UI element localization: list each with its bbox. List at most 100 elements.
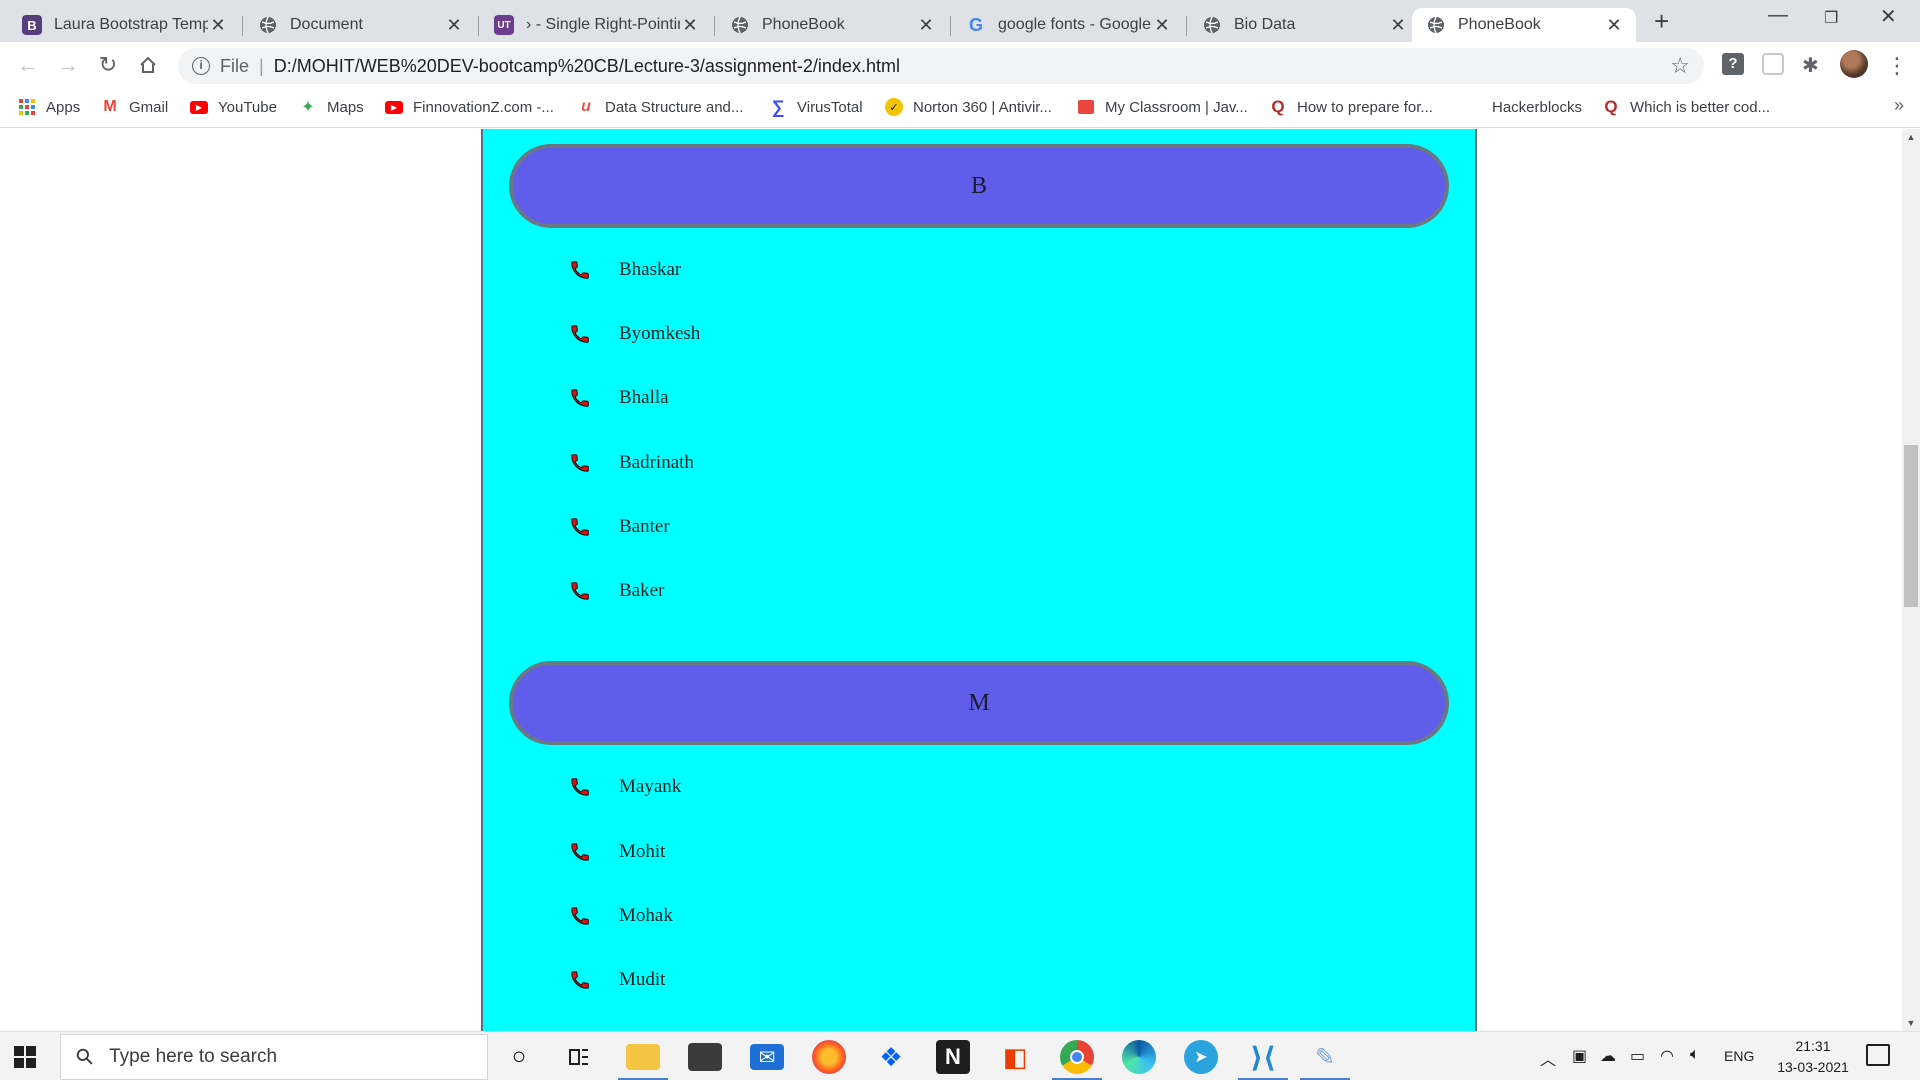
- browser-toolbar: ← → ↻ i File | D:/MOHIT/WEB%20DEV-bootca…: [0, 42, 1920, 88]
- tab-google-fonts[interactable]: G google fonts - Google ✕: [952, 8, 1184, 42]
- close-window-icon[interactable]: ✕: [1880, 4, 1897, 29]
- file-explorer-icon[interactable]: [626, 1044, 660, 1070]
- tab-laura-bootstrap[interactable]: B Laura Bootstrap Templa ✕: [8, 8, 240, 42]
- bookmark-youtube[interactable]: ▶ YouTube: [190, 96, 277, 118]
- battery-icon[interactable]: ▭: [1630, 1046, 1645, 1066]
- phone-icon: [567, 450, 593, 476]
- phone-icon: [567, 839, 593, 865]
- address-bar[interactable]: i File | D:/MOHIT/WEB%20DEV-bootcamp%20C…: [178, 48, 1704, 84]
- tab-title: PhoneBook: [1458, 16, 1541, 33]
- scroll-up-arrow-icon[interactable]: ▲: [1902, 129, 1920, 145]
- telegram-icon[interactable]: ➤: [1184, 1040, 1218, 1074]
- pocket-extension-icon[interactable]: [1762, 53, 1784, 75]
- onedrive-icon[interactable]: ☁: [1600, 1046, 1616, 1066]
- bookmark-gmail[interactable]: M Gmail: [101, 96, 168, 118]
- bookmark-apps[interactable]: Apps: [18, 96, 80, 118]
- close-tab-icon[interactable]: ✕: [444, 15, 464, 36]
- bookmark-maps[interactable]: ✦ Maps: [299, 96, 363, 118]
- phone-icon: [567, 774, 593, 800]
- phone-icon: [567, 903, 593, 929]
- profile-avatar[interactable]: [1840, 50, 1868, 78]
- contact-item[interactable]: Mayank: [567, 772, 681, 802]
- forward-arrow-icon[interactable]: →: [54, 51, 82, 79]
- language-indicator[interactable]: ENG: [1724, 1048, 1754, 1064]
- tab-single-right-pointing[interactable]: UT › - Single Right-Pointin ✕: [480, 8, 712, 42]
- bookmark-how-to-prepare[interactable]: Q How to prepare for...: [1269, 96, 1433, 118]
- contact-item[interactable]: Bhalla: [567, 383, 669, 413]
- scrollbar-thumb[interactable]: [1904, 445, 1918, 607]
- microsoft-store-icon[interactable]: [688, 1043, 722, 1071]
- extensions-puzzle-icon[interactable]: ✱: [1802, 53, 1819, 78]
- restore-icon[interactable]: ❐: [1824, 8, 1838, 28]
- back-arrow-icon[interactable]: ←: [14, 51, 42, 79]
- info-icon[interactable]: i: [192, 57, 210, 75]
- paint-icon[interactable]: ✎: [1308, 1040, 1342, 1074]
- notification-center-icon[interactable]: [1866, 1044, 1890, 1066]
- close-tab-icon[interactable]: ✕: [916, 15, 936, 36]
- close-tab-icon[interactable]: ✕: [1604, 15, 1624, 36]
- close-tab-icon[interactable]: ✕: [208, 15, 228, 36]
- vscode-icon[interactable]: ⟩⟨: [1246, 1040, 1280, 1074]
- phone-icon: [567, 967, 593, 993]
- show-hidden-icons-icon[interactable]: ︿: [1540, 1046, 1556, 1070]
- windows-start-icon[interactable]: [14, 1046, 36, 1068]
- bookmark-star-icon[interactable]: ☆: [1670, 53, 1690, 79]
- contact-item[interactable]: Mudit: [567, 965, 665, 995]
- quora-icon: Q: [1271, 97, 1285, 116]
- tab-title: › - Single Right-Pointin: [526, 16, 680, 33]
- tab-phonebook[interactable]: PhoneBook ✕: [716, 8, 948, 42]
- tab-strip: B Laura Bootstrap Templa ✕ Document ✕ UT…: [0, 0, 1920, 42]
- office-icon[interactable]: ◧: [998, 1040, 1032, 1074]
- meet-now-icon[interactable]: ▣: [1572, 1046, 1587, 1066]
- wifi-icon[interactable]: ◠: [1660, 1046, 1674, 1066]
- more-bookmarks-icon[interactable]: »: [1894, 95, 1904, 116]
- contact-item[interactable]: Bhaskar: [567, 255, 681, 285]
- contact-item[interactable]: Mohit: [567, 837, 665, 867]
- close-tab-icon[interactable]: ✕: [680, 15, 700, 36]
- contact-item[interactable]: Mohak: [567, 901, 673, 931]
- norton-icon: ✓: [885, 98, 903, 116]
- quora-icon: Q: [1604, 97, 1618, 116]
- help-extension-icon[interactable]: ?: [1722, 53, 1744, 75]
- reload-icon[interactable]: ↻: [94, 51, 122, 79]
- url-text: D:/MOHIT/WEB%20DEV-bootcamp%20CB/Lecture…: [273, 55, 900, 76]
- contact-item[interactable]: Baker: [567, 576, 664, 606]
- close-tab-icon[interactable]: ✕: [1388, 15, 1408, 36]
- volume-icon[interactable]: 🔈︎: [1690, 1046, 1700, 1064]
- bookmark-virustotal[interactable]: ∑ VirusTotal: [769, 96, 863, 118]
- taskbar-search-input[interactable]: ⚲ Type here to search: [60, 1034, 488, 1080]
- contact-item[interactable]: Badrinath: [567, 448, 694, 478]
- tab-document[interactable]: Document ✕: [244, 8, 476, 42]
- contact-name: Mudit: [619, 969, 666, 990]
- close-tab-icon[interactable]: ✕: [1152, 15, 1172, 36]
- vertical-scrollbar[interactable]: ▲ ▼: [1902, 129, 1920, 1031]
- notion-icon[interactable]: N: [936, 1040, 970, 1074]
- firefox-icon[interactable]: [812, 1040, 846, 1074]
- bookmark-data-structure[interactable]: u Data Structure and...: [577, 96, 743, 118]
- tab-bio-data[interactable]: Bio Data ✕: [1188, 8, 1420, 42]
- classroom-icon: [1077, 98, 1095, 116]
- tab-phonebook-active[interactable]: PhoneBook ✕: [1412, 8, 1636, 42]
- cortana-icon[interactable]: ○: [502, 1040, 536, 1074]
- task-view-icon[interactable]: [562, 1040, 596, 1074]
- home-icon[interactable]: [134, 51, 162, 79]
- contact-item[interactable]: Banter: [567, 512, 670, 542]
- menu-kebab-icon[interactable]: ⋮: [1886, 53, 1908, 79]
- minimize-icon[interactable]: —: [1768, 4, 1788, 27]
- bookmark-hackerblocks[interactable]: Hackerblocks: [1492, 96, 1582, 118]
- chrome-icon[interactable]: [1060, 1040, 1094, 1074]
- bookmark-finnovationz[interactable]: ▶ FinnovationZ.com -...: [385, 96, 554, 118]
- new-tab-button[interactable]: +: [1654, 6, 1669, 37]
- dropbox-icon[interactable]: ❖: [874, 1040, 908, 1074]
- scroll-down-arrow-icon[interactable]: ▼: [1902, 1015, 1920, 1031]
- tab-title: google fonts - Google: [998, 16, 1151, 33]
- bookmark-which-is-better[interactable]: Q Which is better cod...: [1602, 96, 1770, 118]
- bookmark-my-classroom[interactable]: My Classroom | Jav...: [1077, 96, 1248, 118]
- search-icon: ⚲: [70, 1042, 100, 1072]
- globe-icon: [1202, 15, 1222, 35]
- mail-icon[interactable]: ✉: [750, 1044, 784, 1070]
- taskbar-clock[interactable]: 21:31 13-03-2021: [1768, 1036, 1858, 1078]
- contact-item[interactable]: Byomkesh: [567, 319, 700, 349]
- bookmark-norton[interactable]: ✓ Norton 360 | Antivir...: [885, 96, 1052, 118]
- edge-icon[interactable]: [1122, 1040, 1156, 1074]
